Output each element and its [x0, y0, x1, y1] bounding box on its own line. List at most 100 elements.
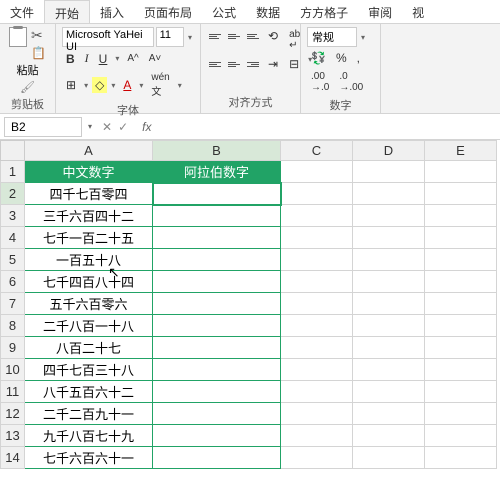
align-middle-button[interactable]	[226, 27, 242, 45]
tab-数据[interactable]: 数据	[246, 0, 290, 23]
cell-B4[interactable]	[153, 227, 281, 249]
col-header-A[interactable]: A	[25, 141, 153, 161]
cell-C9[interactable]	[281, 337, 353, 359]
select-all-corner[interactable]	[1, 141, 25, 161]
cell-A1[interactable]: 中文数字	[25, 161, 153, 183]
cell-C8[interactable]	[281, 315, 353, 337]
cell-C1[interactable]	[281, 161, 353, 183]
cut-icon[interactable]: ✂	[31, 27, 46, 44]
cell-E8[interactable]	[425, 315, 497, 337]
cell-A5[interactable]: 一百五十八	[25, 249, 153, 271]
align-right-button[interactable]	[245, 55, 261, 73]
cell-E6[interactable]	[425, 271, 497, 293]
font-color-button[interactable]: A	[119, 76, 135, 94]
tab-开始[interactable]: 开始	[44, 0, 90, 23]
font-name-select[interactable]: Microsoft YaHei UI	[62, 27, 154, 47]
cell-D14[interactable]	[353, 447, 425, 469]
cell-A13[interactable]: 九千八百七十九	[25, 425, 153, 447]
enter-icon[interactable]: ✓	[118, 120, 128, 134]
tab-插入[interactable]: 插入	[90, 0, 134, 23]
cell-E1[interactable]	[425, 161, 497, 183]
chevron-down-icon[interactable]: ▾	[186, 33, 194, 42]
indent-button[interactable]: ⇥	[264, 55, 282, 73]
cell-E10[interactable]	[425, 359, 497, 381]
cell-D1[interactable]	[353, 161, 425, 183]
row-header-7[interactable]: 7	[1, 293, 25, 315]
row-header-3[interactable]: 3	[1, 205, 25, 227]
cell-A8[interactable]: 二千八百一十八	[25, 315, 153, 337]
border-button[interactable]: ⊞	[62, 76, 80, 94]
cell-D11[interactable]	[353, 381, 425, 403]
cell-A7[interactable]: 五千六百零六	[25, 293, 153, 315]
row-header-9[interactable]: 9	[1, 337, 25, 359]
cell-B10[interactable]	[153, 359, 281, 381]
cell-C14[interactable]	[281, 447, 353, 469]
cell-C11[interactable]	[281, 381, 353, 403]
col-header-B[interactable]: B	[153, 141, 281, 161]
increase-decimal-button[interactable]: .00→.0	[307, 69, 333, 95]
font-shrink-button[interactable]: A˅	[145, 51, 166, 66]
row-header-6[interactable]: 6	[1, 271, 25, 293]
cell-E3[interactable]	[425, 205, 497, 227]
cell-D8[interactable]	[353, 315, 425, 337]
fill-color-button[interactable]: ◇	[92, 77, 107, 93]
cell-C3[interactable]	[281, 205, 353, 227]
cell-E7[interactable]	[425, 293, 497, 315]
cell-A4[interactable]: 七千一百二十五	[25, 227, 153, 249]
row-header-4[interactable]: 4	[1, 227, 25, 249]
align-left-button[interactable]	[207, 55, 223, 73]
align-top-button[interactable]	[207, 27, 223, 45]
underline-button[interactable]: U	[95, 50, 112, 68]
tab-视[interactable]: 视	[402, 0, 434, 23]
row-header-2[interactable]: 2	[1, 183, 25, 205]
cell-C10[interactable]	[281, 359, 353, 381]
align-bottom-button[interactable]	[245, 27, 261, 45]
cell-D10[interactable]	[353, 359, 425, 381]
cell-D4[interactable]	[353, 227, 425, 249]
cell-E12[interactable]	[425, 403, 497, 425]
chevron-down-icon[interactable]: ▾	[86, 122, 94, 131]
tab-公式[interactable]: 公式	[202, 0, 246, 23]
italic-button[interactable]: I	[81, 49, 93, 68]
row-header-8[interactable]: 8	[1, 315, 25, 337]
align-center-button[interactable]	[226, 55, 242, 73]
phonetic-button[interactable]: wén文	[147, 70, 173, 100]
cell-E9[interactable]	[425, 337, 497, 359]
bold-button[interactable]: B	[62, 50, 79, 68]
cell-C2[interactable]	[281, 183, 353, 205]
cell-D7[interactable]	[353, 293, 425, 315]
cell-A3[interactable]: 三千六百四十二	[25, 205, 153, 227]
cell-D12[interactable]	[353, 403, 425, 425]
cell-C7[interactable]	[281, 293, 353, 315]
cell-E4[interactable]	[425, 227, 497, 249]
cell-B2[interactable]	[153, 183, 281, 205]
copy-icon[interactable]: 📋	[31, 46, 46, 60]
row-header-1[interactable]: 1	[1, 161, 25, 183]
currency-button[interactable]: 💱	[307, 49, 330, 67]
cell-C13[interactable]	[281, 425, 353, 447]
row-header-5[interactable]: 5	[1, 249, 25, 271]
cell-A10[interactable]: 四千七百三十八	[25, 359, 153, 381]
cell-B5[interactable]	[153, 249, 281, 271]
row-header-14[interactable]: 14	[1, 447, 25, 469]
cell-A9[interactable]: 八百二十七	[25, 337, 153, 359]
cell-B7[interactable]	[153, 293, 281, 315]
comma-button[interactable]: ,	[353, 49, 364, 67]
col-header-D[interactable]: D	[353, 141, 425, 161]
cell-C6[interactable]	[281, 271, 353, 293]
row-header-12[interactable]: 12	[1, 403, 25, 425]
row-header-13[interactable]: 13	[1, 425, 25, 447]
number-format-select[interactable]: 常规	[307, 27, 357, 47]
cell-D6[interactable]	[353, 271, 425, 293]
col-header-E[interactable]: E	[425, 141, 497, 161]
cell-B1[interactable]: 阿拉伯数字	[153, 161, 281, 183]
cell-B13[interactable]	[153, 425, 281, 447]
cell-B11[interactable]	[153, 381, 281, 403]
tab-页面布局[interactable]: 页面布局	[134, 0, 202, 23]
cell-B9[interactable]	[153, 337, 281, 359]
chevron-down-icon[interactable]: ▾	[359, 33, 367, 42]
cell-C5[interactable]	[281, 249, 353, 271]
percent-button[interactable]: %	[332, 49, 351, 67]
orientation-button[interactable]: ⟲	[264, 27, 282, 53]
cancel-icon[interactable]: ✕	[102, 120, 112, 134]
